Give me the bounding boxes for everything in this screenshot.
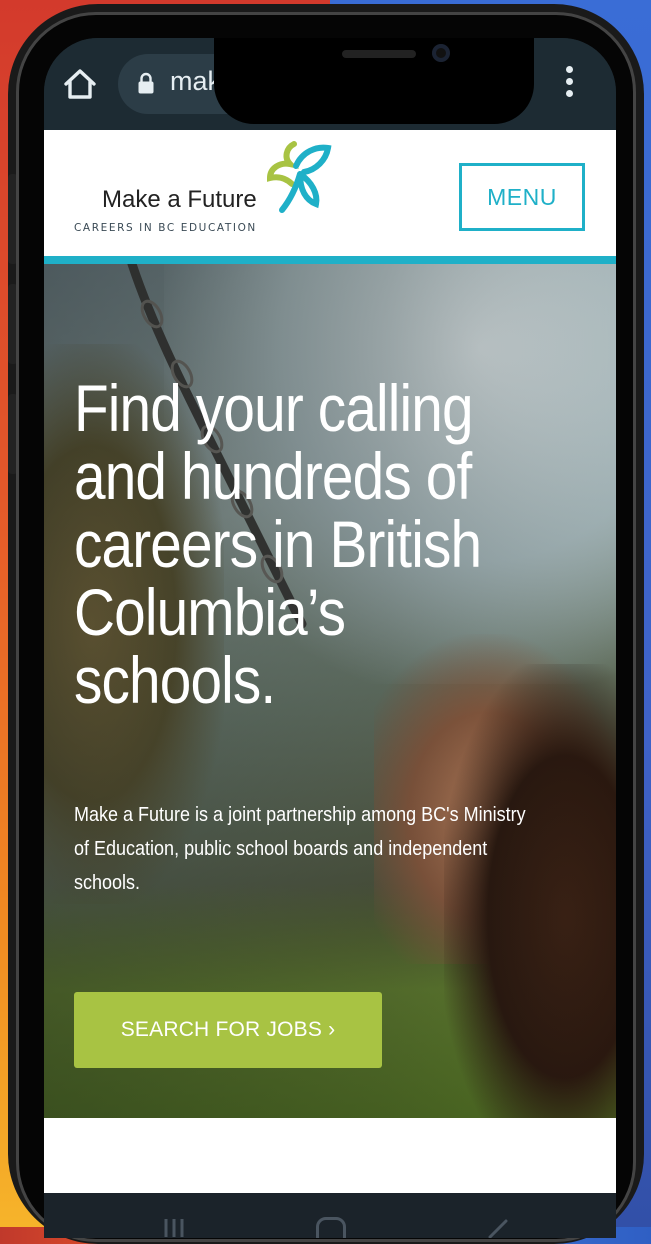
logo-tagline: CAREERS IN BC EDUCATION [74, 222, 257, 234]
logo-mark-icon[interactable] [256, 138, 334, 218]
hero-description: Make a Future is a joint partnership amo… [74, 804, 526, 894]
search-jobs-button[interactable]: SEARCH FOR JOBS › [74, 992, 382, 1068]
lock-icon [138, 72, 154, 94]
phone-screen: makeafuture.ca :D Make a Future CAREERS … [44, 38, 616, 1238]
header-accent-rule [44, 256, 616, 264]
hero-title: Find your calling and hundreds of career… [74, 371, 482, 717]
menu-button[interactable]: MENU [459, 163, 585, 231]
back-icon[interactable] [484, 1217, 510, 1238]
site-header: Make a Future CAREERS IN BC EDUCATION ME… [44, 130, 616, 256]
phone-notch [214, 38, 534, 124]
kebab-menu-icon[interactable] [564, 66, 574, 102]
hero-section: Find your calling and hundreds of career… [44, 264, 616, 1118]
home-icon[interactable] [316, 1217, 346, 1238]
logo-name[interactable]: Make a Future [102, 186, 257, 214]
front-camera [432, 44, 450, 62]
system-navigation-bar [44, 1193, 616, 1238]
recent-apps-icon[interactable] [162, 1217, 186, 1238]
content-area [44, 1118, 616, 1193]
speaker-grille [342, 50, 416, 58]
home-icon[interactable] [62, 66, 98, 102]
